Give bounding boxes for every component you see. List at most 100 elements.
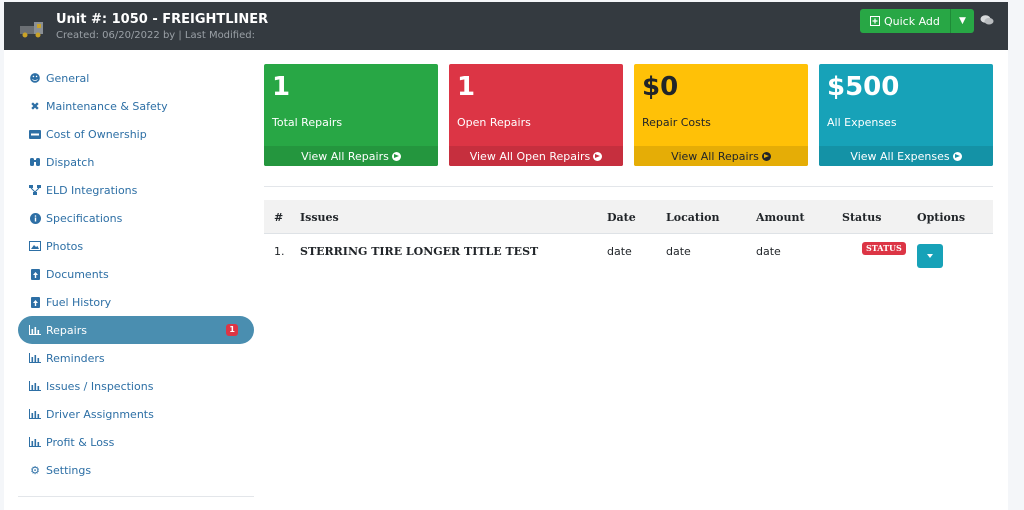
caret-down-icon: ▼ (958, 16, 966, 26)
row-issue[interactable]: STERRING TIRE LONGER TITLE TEST (300, 245, 538, 258)
comments-icon[interactable] (980, 14, 994, 26)
sidebar-item-label: ELD Integrations (46, 183, 138, 197)
sidebar-item-issues-inspections[interactable]: Issues / Inspections (18, 372, 254, 400)
binoculars-icon (28, 156, 42, 168)
all-expenses-value: $500 (827, 72, 900, 102)
unit-header: Unit #: 1050 - FREIGHTLINER Created: 06/… (4, 2, 1008, 50)
sidebar-item-label: Profit & Loss (46, 435, 115, 449)
col-options: Options (917, 211, 966, 224)
chart-line-icon (28, 352, 42, 364)
quick-add-label: Quick Add (884, 14, 940, 28)
sidebar-item-label: Dispatch (46, 155, 95, 169)
all-expenses-card: $500 All Expenses View All Expenses (819, 64, 993, 166)
sidebar-item-cost-of-ownership[interactable]: Cost of Ownership (18, 120, 254, 148)
quick-add-dropdown-toggle[interactable]: ▼ (949, 9, 974, 33)
col-date[interactable]: Date (607, 211, 636, 224)
info-circle-icon (28, 212, 42, 224)
sidebar-item-label: Documents (46, 267, 109, 281)
sidebar-item-documents[interactable]: Documents (18, 260, 254, 288)
sidebar-divider (18, 496, 254, 497)
total-repairs-value: 1 (272, 72, 291, 102)
content-divider (264, 186, 993, 187)
chart-line-icon (28, 436, 42, 448)
sidebar-item-label: Driver Assignments (46, 407, 154, 421)
col-number: # (274, 211, 284, 224)
row-options-dropdown-button[interactable] (917, 244, 943, 268)
view-all-expenses-text: View All Expenses (850, 149, 950, 163)
sidebar-item-repairs[interactable]: Repairs 1 (18, 316, 254, 344)
row-date: date (607, 245, 632, 258)
repair-costs-label: Repair Costs (642, 116, 711, 129)
sidebar-item-fuel-history[interactable]: Fuel History (18, 288, 254, 316)
sidebar-item-general[interactable]: ☻ General (18, 64, 254, 92)
table-row: 1. STERRING TIRE LONGER TITLE TEST date … (264, 234, 993, 270)
page-subtitle: Created: 06/20/2022 by | Last Modified: (56, 30, 255, 41)
money-icon (28, 128, 42, 140)
arrow-circle-right-icon (952, 151, 962, 161)
row-number: 1. (274, 245, 285, 258)
sidebar-item-dispatch[interactable]: Dispatch (18, 148, 254, 176)
total-repairs-card: 1 Total Repairs View All Repairs (264, 64, 438, 166)
arrow-circle-right-icon (761, 151, 771, 161)
page-title: Unit #: 1050 - FREIGHTLINER (56, 12, 269, 27)
sidebar-item-label: Repairs (46, 323, 87, 337)
sidebar-item-label: Issues / Inspections (46, 379, 154, 393)
app-frame: Unit #: 1050 - FREIGHTLINER Created: 06/… (4, 2, 1008, 510)
open-repairs-label: Open Repairs (457, 116, 531, 129)
view-all-repairs-link[interactable]: View All Repairs (264, 146, 438, 166)
row-amount: date (756, 245, 781, 258)
tools-icon: ✖ (30, 99, 40, 113)
sidebar-item-driver-assignments[interactable]: Driver Assignments (18, 400, 254, 428)
view-all-open-repairs-link[interactable]: View All Open Repairs (449, 146, 623, 166)
row-location: date (666, 245, 691, 258)
total-repairs-label: Total Repairs (272, 116, 343, 129)
sidebar-item-label: Maintenance & Safety (46, 99, 168, 113)
sidebar-item-photos[interactable]: Photos (18, 232, 254, 260)
sidebar-item-label: Cost of Ownership (46, 127, 147, 141)
status-badge: STATUS (862, 242, 906, 255)
quick-add-button-group: Quick Add ▼ (860, 9, 974, 33)
repair-costs-card: $0 Repair Costs View All Repairs (634, 64, 808, 166)
arrow-circle-right-icon (593, 151, 603, 161)
repairs-table-header: # Issues Date Location Amount Status Opt… (264, 200, 993, 234)
sidebar-item-eld-integrations[interactable]: ELD Integrations (18, 176, 254, 204)
col-amount[interactable]: Amount (756, 211, 805, 224)
repair-costs-value: $0 (642, 72, 679, 102)
chart-line-icon (28, 408, 42, 420)
view-all-repairs-text: View All Repairs (301, 149, 389, 163)
col-issues[interactable]: Issues (300, 211, 339, 224)
file-upload-icon (28, 268, 42, 280)
repairs-count-badge: 1 (226, 324, 238, 336)
sidebar-item-label: Specifications (46, 211, 123, 225)
view-all-repairs-costs-text: View All Repairs (671, 149, 759, 163)
view-all-repairs-costs-link[interactable]: View All Repairs (634, 146, 808, 166)
sidebar-item-settings[interactable]: ⚙ Settings (18, 456, 254, 484)
file-upload-icon (28, 296, 42, 308)
sidebar-item-specifications[interactable]: Specifications (18, 204, 254, 232)
cogs-icon: ⚙ (30, 463, 40, 477)
view-all-open-repairs-text: View All Open Repairs (469, 149, 591, 163)
view-all-expenses-link[interactable]: View All Expenses (819, 146, 993, 166)
open-repairs-value: 1 (457, 72, 476, 102)
sidebar-item-label: Settings (46, 463, 92, 477)
network-icon (28, 184, 42, 196)
open-repairs-card: 1 Open Repairs View All Open Repairs (449, 64, 623, 166)
plus-square-icon (870, 16, 880, 26)
sidebar-item-label: Fuel History (46, 295, 112, 309)
sidebar-nav: ☻ General ✖ Maintenance & Safety Cost of… (18, 64, 254, 484)
truck-icon (20, 22, 43, 38)
chart-line-icon (28, 324, 42, 336)
all-expenses-label: All Expenses (827, 116, 897, 129)
col-status[interactable]: Status (842, 211, 881, 224)
arrow-circle-right-icon (391, 151, 401, 161)
sidebar-item-label: Reminders (46, 351, 105, 365)
image-icon (28, 240, 42, 252)
sidebar-item-label: Photos (46, 239, 84, 253)
sidebar-item-reminders[interactable]: Reminders (18, 344, 254, 372)
sidebar-item-label: General (46, 71, 90, 85)
user-icon: ☻ (29, 71, 41, 85)
sidebar-item-profit-loss[interactable]: Profit & Loss (18, 428, 254, 456)
col-location[interactable]: Location (666, 211, 720, 224)
quick-add-button[interactable]: Quick Add (860, 9, 950, 33)
sidebar-item-maintenance-safety[interactable]: ✖ Maintenance & Safety (18, 92, 254, 120)
